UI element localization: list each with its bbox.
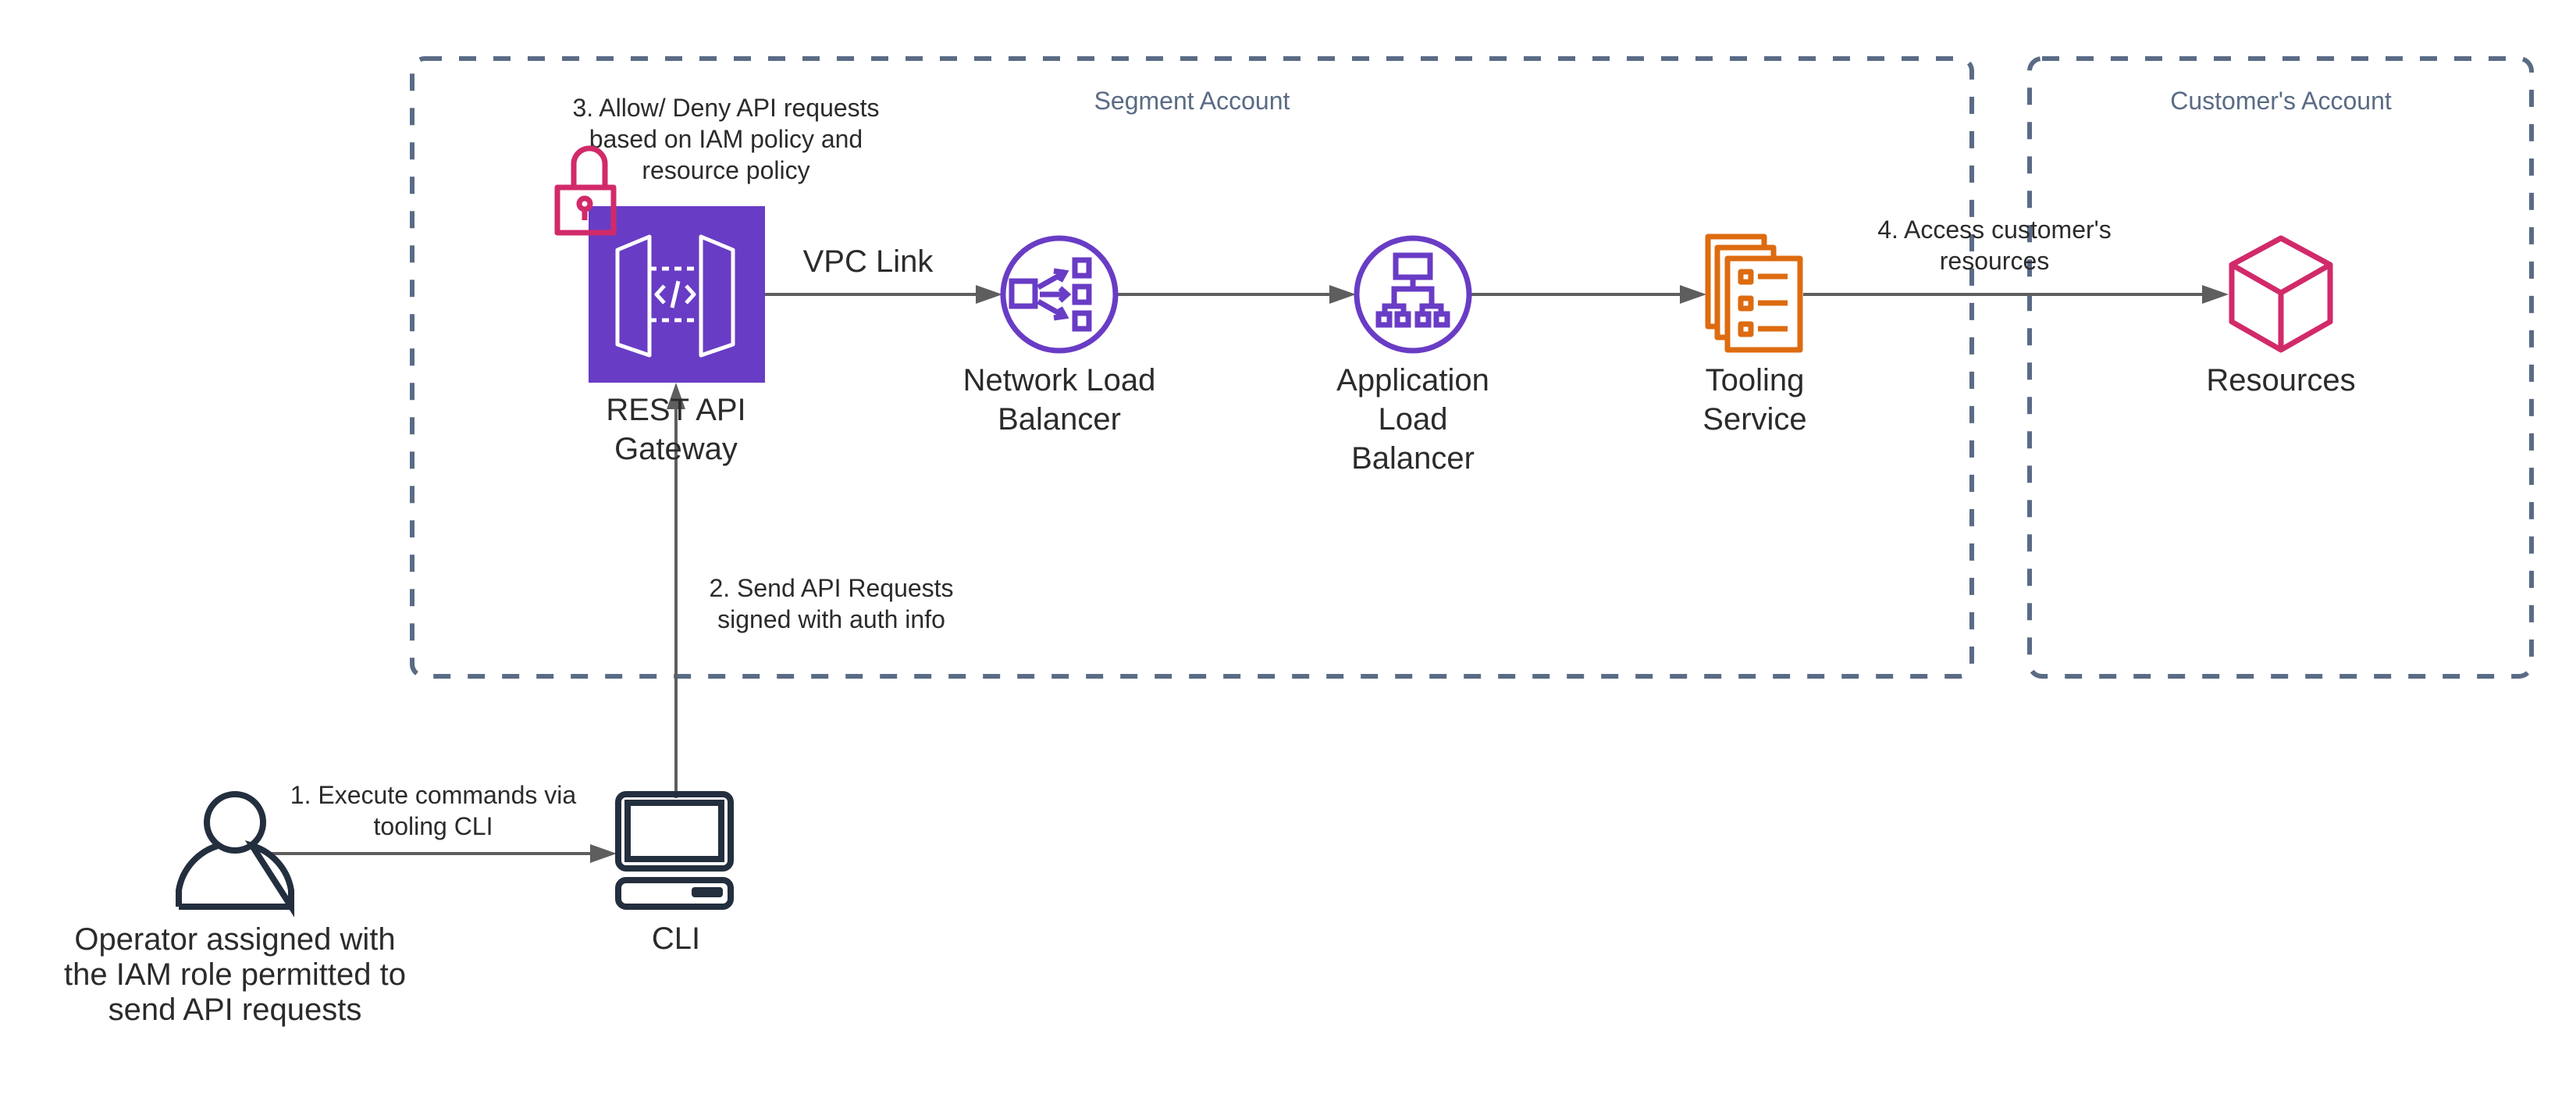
edge-nlb-to-alb — [1118, 285, 1356, 304]
customer-account-label: Customer's Account — [2170, 87, 2392, 115]
step4-line-1: 4. Access customer's — [1877, 216, 2112, 244]
alb-label-3: Balancer — [1351, 441, 1475, 476]
edge-alb-to-tooling — [1471, 285, 1706, 304]
step1-line-1: 1. Execute commands via — [290, 781, 577, 809]
step4-label: 4. Access customer's resources — [1877, 216, 2112, 275]
operator-label-1: Operator assigned with — [74, 922, 395, 957]
cli-node[interactable]: CLI — [615, 791, 734, 956]
edge-tooling-to-resources — [1803, 285, 2229, 304]
segment-account-label: Segment Account — [1094, 87, 1290, 115]
operator-node[interactable]: Operator assigned with the IAM role perm… — [64, 791, 406, 1027]
resources-label: Resources — [2206, 363, 2355, 397]
edge-operator-to-cli — [267, 844, 617, 863]
step2-line-2: signed with auth info — [717, 605, 945, 633]
operator-label-3: send API requests — [109, 993, 362, 1027]
step3-line-2: based on IAM policy and — [589, 125, 863, 153]
api-gateway-label-2: Gateway — [614, 432, 738, 466]
tooling-service-node[interactable]: Tooling Service — [1703, 234, 1807, 437]
api-gateway-label-1: REST API — [606, 393, 745, 427]
step2-line-1: 2. Send API Requests — [709, 574, 953, 602]
step1-line-2: tooling CLI — [374, 812, 493, 840]
step1-label: 1. Execute commands via tooling CLI — [290, 781, 577, 840]
tooling-service-icon — [1705, 234, 1803, 353]
arrowhead — [590, 844, 617, 863]
arrowhead — [1680, 285, 1706, 304]
nlb-label-2: Balancer — [998, 402, 1121, 437]
tooling-label-1: Tooling — [1706, 363, 1805, 397]
tooling-label-2: Service — [1703, 402, 1806, 437]
application-load-balancer-node[interactable]: Application Load Balancer — [1336, 235, 1489, 476]
step3-line-1: 3. Allow/ Deny API requests — [572, 94, 879, 122]
arrowhead — [976, 285, 1002, 304]
network-load-balancer-node[interactable]: Network Load Balancer — [963, 235, 1156, 437]
network-load-balancer-icon — [1000, 235, 1119, 354]
alb-label-1: Application — [1336, 363, 1489, 397]
step2-label: 2. Send API Requests signed with auth in… — [709, 574, 953, 633]
step3-label: 3. Allow/ Deny API requests based on IAM… — [572, 94, 879, 184]
resources-node[interactable]: Resources — [2206, 235, 2356, 397]
operator-label-2: the IAM role permitted to — [64, 957, 406, 992]
application-load-balancer-icon — [1354, 235, 1472, 354]
architecture-diagram: Segment Account Customer's Account VPC L… — [64, 56, 2534, 1027]
arrowhead — [2202, 285, 2229, 304]
computer-icon — [615, 791, 734, 910]
nlb-label-1: Network Load — [963, 363, 1156, 397]
step3-line-3: resource policy — [642, 156, 809, 184]
alb-label-2: Load — [1379, 402, 1448, 437]
cli-label: CLI — [652, 922, 700, 956]
user-icon — [176, 791, 294, 918]
vpc-link-label: VPC Link — [803, 244, 934, 279]
arrowhead — [1329, 285, 1356, 304]
edge-api-to-nlb — [765, 285, 1002, 304]
resources-cube-icon — [2229, 235, 2333, 353]
step4-line-2: resources — [1940, 247, 2050, 275]
